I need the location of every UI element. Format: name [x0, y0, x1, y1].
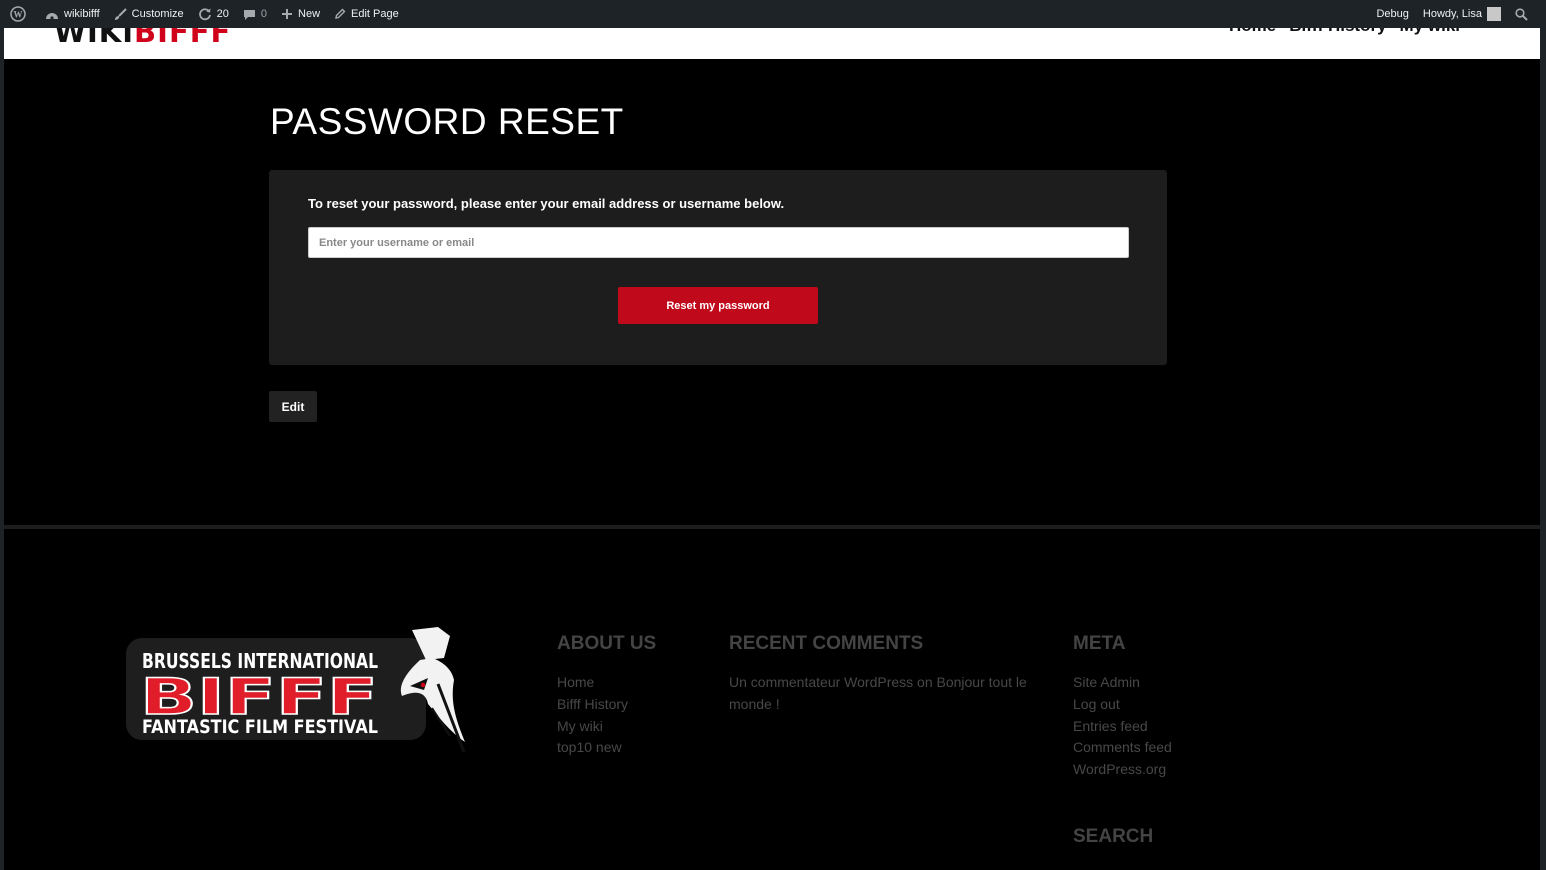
updates-count: 20 [216, 8, 229, 20]
reset-password-button[interactable]: Reset my password [618, 287, 818, 324]
footer-divider [4, 525, 1540, 529]
nav-item-my-wiki[interactable]: My wiki [1400, 28, 1460, 36]
search-icon[interactable] [1508, 0, 1540, 28]
site-logo[interactable]: WIKIBIFFF [54, 28, 231, 49]
comment-on-text: on [917, 674, 933, 690]
comments-count: 0 [260, 8, 268, 20]
updates-link[interactable]: 20 [191, 0, 236, 28]
edit-button[interactable]: Edit [269, 391, 317, 422]
meta-links: Site Admin Log out Entries feed Comments… [1073, 672, 1172, 781]
footer-link-my-wiki[interactable]: My wiki [557, 716, 628, 738]
site-name-label: wikibifff [64, 8, 100, 20]
site-name-link[interactable]: wikibifff [38, 0, 107, 28]
svg-text:W: W [14, 10, 23, 20]
page-title: PASSWORD RESET [270, 101, 624, 142]
refresh-icon [198, 8, 211, 21]
main-nav: Home Bifff History My wiki [1229, 28, 1460, 36]
account-menu[interactable]: Howdy, Lisa [1416, 0, 1508, 28]
new-label: New [298, 8, 321, 20]
dashboard-icon [46, 13, 58, 20]
footer-link-top10-new[interactable]: top10 new [557, 737, 628, 759]
meta-link-wordpress-org[interactable]: WordPress.org [1073, 759, 1172, 781]
wordpress-logo-icon[interactable]: W [3, 0, 38, 28]
meta-title: META [1073, 633, 1126, 654]
brush-icon [114, 7, 127, 20]
meta-link-log-out[interactable]: Log out [1073, 694, 1172, 716]
about-us-links: Home Bifff History My wiki top10 new [557, 672, 628, 759]
pencil-icon [335, 8, 346, 19]
nav-item-home[interactable]: Home [1229, 28, 1276, 36]
search-title: SEARCH [1073, 826, 1154, 847]
recent-comment-item: Un commentateur WordPress on Bonjour tou… [729, 672, 1029, 716]
customize-label: Customize [131, 8, 184, 20]
reset-instructions: To reset your password, please enter you… [308, 196, 785, 211]
site-header: WIKIBIFFF Home Bifff History My wiki [4, 28, 1540, 59]
avatar [1487, 7, 1501, 21]
meta-link-entries-feed[interactable]: Entries feed [1073, 716, 1172, 738]
meta-link-site-admin[interactable]: Site Admin [1073, 672, 1172, 694]
new-content-link[interactable]: New [274, 0, 327, 28]
recent-comments-title: RECENT COMMENTS [729, 633, 924, 654]
debug-link[interactable]: Debug [1369, 0, 1415, 28]
edit-page-label: Edit Page [351, 8, 399, 20]
logo-wiki-text: WIKI [54, 28, 135, 49]
admin-bar: W wikibifff Customize 20 0 New Edit Page… [0, 0, 1546, 28]
comment-bubble-icon [243, 9, 255, 20]
password-reset-form: To reset your password, please enter you… [269, 170, 1167, 365]
nav-item-bifff-history[interactable]: Bifff History [1289, 28, 1386, 36]
edit-page-link[interactable]: Edit Page [327, 0, 406, 28]
customize-link[interactable]: Customize [107, 0, 191, 28]
howdy-label: Howdy, Lisa [1422, 8, 1482, 20]
logo-line3: FANTASTIC FILM FESTIVAL [142, 716, 378, 738]
footer-link-bifff-history[interactable]: Bifff History [557, 694, 628, 716]
meta-link-comments-feed[interactable]: Comments feed [1073, 737, 1172, 759]
festival-logo[interactable]: BRUSSELS INTERNATIONAL BIFFF FANTASTIC F… [120, 624, 470, 757]
logo-biff-text: BIFFF [134, 28, 232, 49]
about-us-title: ABOUT US [557, 633, 657, 654]
username-email-input[interactable] [308, 227, 1129, 258]
footer-link-home[interactable]: Home [557, 672, 628, 694]
comment-author-link[interactable]: Un commentateur WordPress [729, 674, 913, 690]
comments-link[interactable]: 0 [236, 0, 274, 28]
plus-icon [282, 9, 293, 19]
